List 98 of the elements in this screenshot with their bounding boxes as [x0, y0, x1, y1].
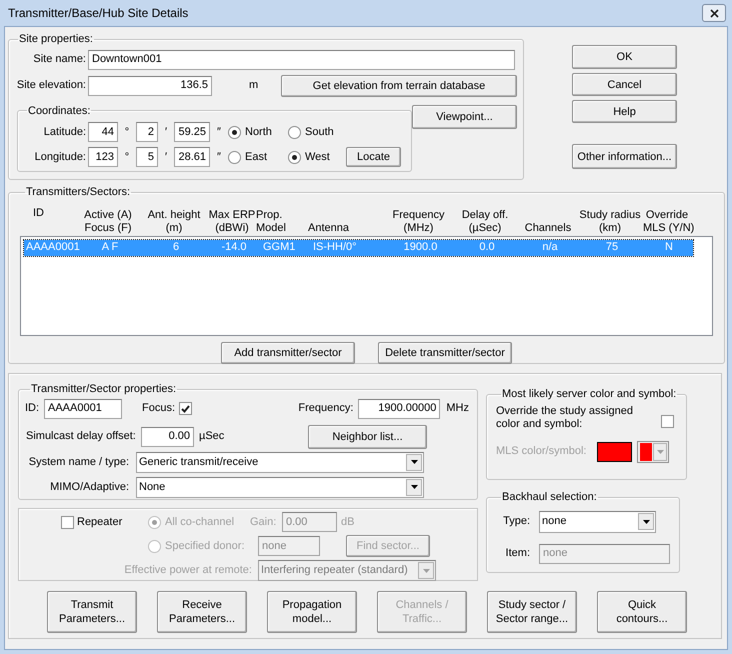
column-header[interactable]: Study radius (km): [577, 208, 643, 234]
table-cell-text: GGM1: [262, 240, 296, 256]
checkbox[interactable]: [179, 402, 192, 415]
table-cell-text: 75: [604, 240, 620, 256]
field-label: Frequency:: [298, 401, 354, 416]
field-label: Type:: [502, 514, 531, 530]
input-field[interactable]: 0.00: [141, 426, 194, 446]
unit-label: °: [124, 124, 130, 140]
unit-label: ″: [216, 150, 222, 165]
unit-label: °: [124, 150, 130, 165]
caret-icon: [642, 520, 650, 524]
button[interactable]: Study sector / Sector range...: [487, 591, 577, 633]
column-header[interactable]: Max ERP (dBWi): [208, 208, 256, 234]
input-field[interactable]: Downtown001: [88, 50, 515, 70]
caret-icon: [656, 450, 664, 454]
unit-label: ′: [164, 150, 168, 165]
button[interactable]: Viewpoint...: [412, 104, 517, 128]
unit-label: dB: [341, 514, 354, 530]
caret-icon: [410, 460, 418, 464]
close-icon: [710, 8, 718, 18]
column-header[interactable]: Ant. height (m): [140, 208, 208, 234]
column-header[interactable]: Channels: [519, 222, 577, 234]
dropdown[interactable]: None: [136, 476, 424, 498]
button[interactable]: Transmit Parameters...: [47, 591, 137, 633]
field-label: Latitude:: [42, 124, 87, 140]
checkbox[interactable]: [61, 516, 74, 528]
field-label: ID:: [25, 401, 40, 416]
button[interactable]: Cancel: [572, 73, 677, 96]
table-cell-text: 1900.0: [402, 240, 438, 256]
field-label: Item:: [504, 546, 531, 562]
table-cell-text: -14.0: [220, 240, 248, 256]
button[interactable]: Delete transmitter/sector: [378, 342, 512, 364]
field-label: Gain:: [250, 514, 278, 530]
input-field[interactable]: 59.25: [174, 122, 210, 142]
column-header[interactable]: Prop. Model: [256, 208, 306, 234]
button[interactable]: Neighbor list...: [308, 424, 427, 448]
table-cell-text: IS-HH/0°: [312, 240, 358, 256]
unit-label: µSec: [199, 429, 224, 444]
input-field[interactable]: 44: [88, 122, 118, 142]
dropdown[interactable]: none: [539, 510, 656, 532]
checkbox[interactable]: [661, 414, 674, 428]
radio-button[interactable]: North: [228, 124, 288, 140]
checkbox-label: Override the study assigned color and symbol:: [496, 404, 633, 430]
input-field[interactable]: 136.5: [88, 76, 212, 96]
input-field[interactable]: AAAA0001: [44, 398, 122, 418]
column-header[interactable]: Active (A) Focus (F): [76, 208, 140, 234]
group-title: Transmitter/Sector properties:: [30, 382, 178, 397]
table-cell-text: 6: [172, 240, 180, 256]
radio-button[interactable]: West: [288, 148, 343, 166]
field-label: Longitude:: [34, 150, 87, 165]
caret-icon: [422, 568, 430, 572]
field-label: Effective power at remote:: [123, 563, 253, 578]
button[interactable]: Help: [572, 100, 677, 123]
field-label: System name / type:: [28, 454, 130, 470]
table-cell-text: N: [664, 240, 674, 256]
column-header[interactable]: Delay off. (µSec): [451, 208, 519, 234]
field-label: MIMO/Adaptive:: [49, 480, 130, 495]
table-cell-text: 0.0: [478, 240, 496, 256]
checkbox-label: Focus:: [142, 401, 176, 416]
column-header[interactable]: Frequency (MHz): [386, 208, 451, 234]
input-field[interactable]: 1900.00000: [358, 398, 440, 418]
button[interactable]: OK: [572, 45, 677, 69]
group-title: Backhaul selection:: [501, 490, 598, 505]
button[interactable]: Locate: [346, 147, 401, 167]
caret-icon: [410, 485, 418, 489]
field-label: Simulcast delay offset:: [25, 429, 137, 444]
table-cell-text: A F: [100, 240, 120, 256]
button[interactable]: Receive Parameters...: [157, 591, 247, 633]
unit-label: m: [249, 78, 258, 94]
radio-button[interactable]: East: [228, 148, 288, 166]
table-cell-text: AAAA0001: [25, 240, 78, 256]
window-title: Transmitter/Base/Hub Site Details: [7, 5, 190, 22]
button[interactable]: Add transmitter/sector: [221, 342, 355, 364]
dropdown[interactable]: Generic transmit/receive: [136, 452, 424, 472]
column-header[interactable]: Antenna: [306, 222, 386, 234]
field-label: MLS color/symbol:: [496, 444, 588, 460]
close-button[interactable]: [702, 4, 726, 22]
input-field[interactable]: 2: [136, 122, 158, 142]
radio-button[interactable]: South: [288, 124, 343, 140]
button[interactable]: Other information...: [572, 144, 677, 169]
table-cell-text: n/a: [541, 240, 559, 256]
group-title: Transmitters/Sectors:: [25, 185, 132, 200]
input-field[interactable]: 5: [136, 147, 158, 167]
button[interactable]: Get elevation from terrain database: [281, 74, 517, 96]
column-header[interactable]: ID: [22, 206, 76, 220]
group-title: Coordinates:: [27, 104, 92, 118]
button[interactable]: Quick contours...: [597, 591, 687, 633]
unit-label: ′: [164, 124, 168, 140]
input-field[interactable]: 28.61: [174, 147, 210, 167]
field-label: Site name:: [32, 52, 87, 68]
field-label: Site elevation:: [16, 78, 87, 94]
group-title: Site properties:: [18, 32, 94, 47]
unit-label: MHz: [446, 401, 469, 416]
input-field[interactable]: 123: [88, 147, 118, 167]
button[interactable]: Propagation model...: [267, 591, 357, 633]
unit-label: ″: [216, 124, 222, 140]
checkbox-label: Repeater: [77, 514, 124, 530]
group-title: Most likely server color and symbol:: [501, 387, 678, 402]
